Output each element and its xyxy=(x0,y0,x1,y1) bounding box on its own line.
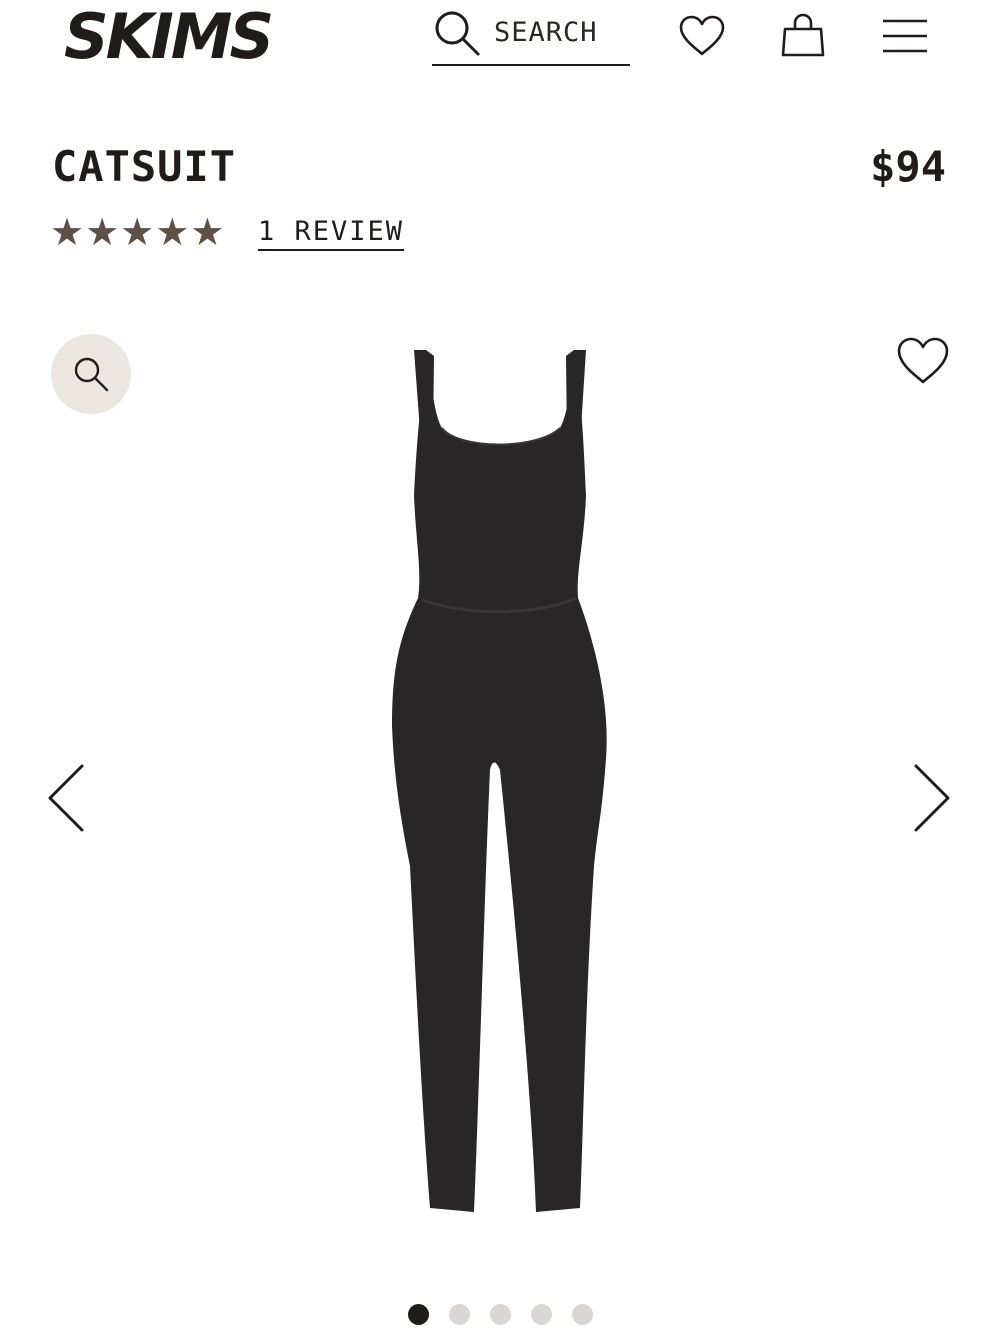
product-price: $94 xyxy=(870,142,946,191)
chevron-right-icon[interactable] xyxy=(910,762,954,838)
star-icon: ★ xyxy=(85,210,120,254)
product-image[interactable] xyxy=(388,346,612,1220)
star-rating: ★ ★ ★ ★ ★ xyxy=(50,212,224,252)
wishlist-heart-icon[interactable] xyxy=(678,14,726,58)
star-icon: ★ xyxy=(120,210,155,254)
star-icon: ★ xyxy=(155,210,190,254)
carousel-dot[interactable] xyxy=(572,1304,593,1325)
brand-logo-mark: SKIMS xyxy=(64,2,274,66)
brand-logo[interactable]: SKIMS xyxy=(62,2,312,66)
brand-logo-text: SKIMS xyxy=(64,2,271,66)
carousel-dots xyxy=(408,1304,593,1325)
carousel-dot[interactable] xyxy=(490,1304,511,1325)
catsuit-illustration xyxy=(392,350,607,1212)
reviews-link[interactable]: 1 REVIEW xyxy=(258,216,405,251)
star-icon: ★ xyxy=(50,210,85,254)
chevron-left-icon[interactable] xyxy=(44,762,88,838)
carousel-dot[interactable] xyxy=(449,1304,470,1325)
product-title: CATSUIT xyxy=(52,142,237,191)
carousel-dot[interactable] xyxy=(408,1304,429,1325)
favorite-heart-icon[interactable] xyxy=(896,336,950,390)
shopping-bag-icon[interactable] xyxy=(780,12,826,58)
star-icon: ★ xyxy=(190,210,225,254)
zoom-button[interactable] xyxy=(51,334,131,414)
search-input[interactable] xyxy=(494,10,630,54)
search-icon[interactable] xyxy=(432,8,482,58)
zoom-icon xyxy=(74,357,109,392)
carousel-dot[interactable] xyxy=(531,1304,552,1325)
search-bar[interactable] xyxy=(432,4,630,66)
menu-icon[interactable] xyxy=(882,18,928,54)
